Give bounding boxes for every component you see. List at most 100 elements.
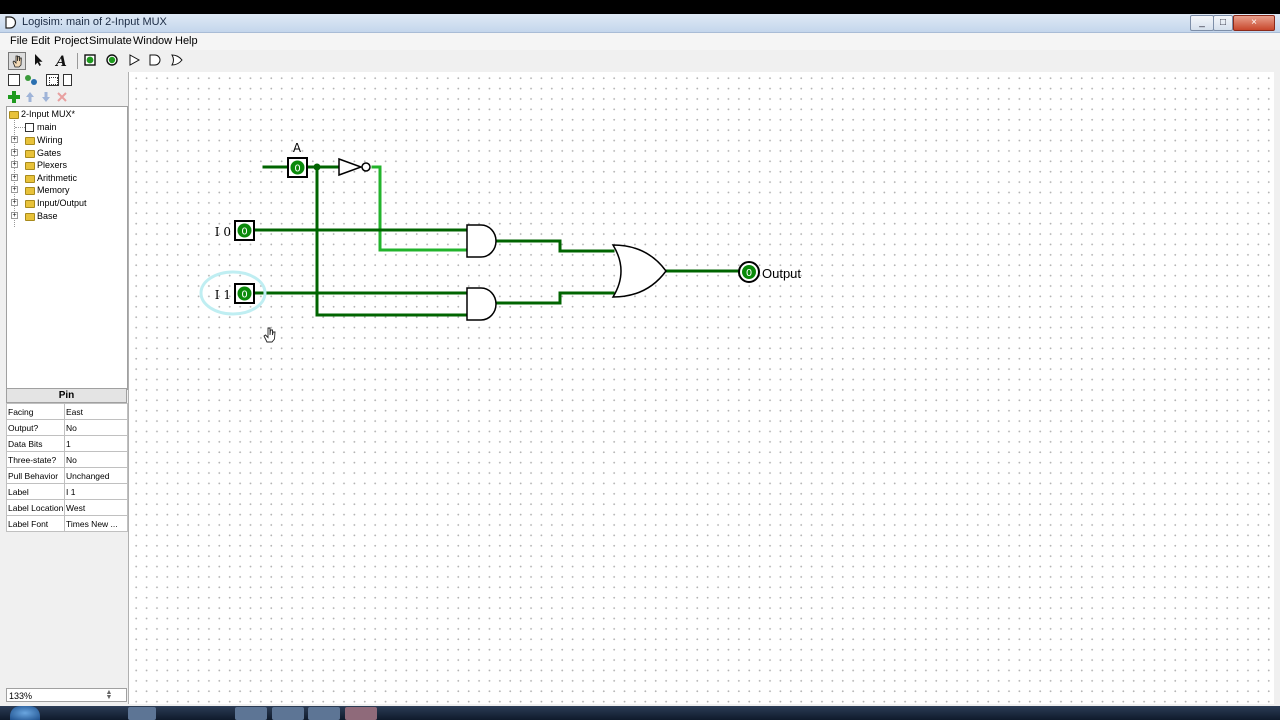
magnifier-icon — [25, 123, 34, 133]
wire-junction-dot — [313, 163, 321, 171]
appearance-view-icon[interactable] — [63, 74, 72, 86]
pin-a-label: A — [293, 141, 302, 155]
text-tool-icon[interactable]: A — [54, 52, 72, 70]
move-up-icon[interactable] — [25, 91, 35, 103]
attr-value-pull-behavior[interactable]: Unchanged — [64, 467, 128, 484]
attr-value-label-location[interactable]: West — [64, 499, 128, 516]
attribute-table: Pin Facing East Output? No Data Bits 1 Thre… — [6, 388, 128, 600]
output-pin-icon[interactable] — [104, 52, 122, 70]
wire-not-to-and1[interactable] — [371, 165, 469, 252]
output-pin[interactable]: 0 — [738, 261, 760, 283]
tree-item-wiring[interactable]: + Wiring — [11, 134, 63, 146]
window-title: Logisim: main of 2-Input MUX — [22, 16, 167, 28]
taskbar-item[interactable] — [128, 707, 156, 720]
attr-value-data-bits[interactable]: 1 — [64, 435, 128, 452]
tree-item-main[interactable]: main — [15, 121, 57, 133]
folder-icon — [25, 199, 35, 208]
or-gate-icon[interactable] — [169, 52, 187, 70]
menu-bar: File Edit Project Simulate Window Help — [0, 33, 1280, 50]
toolbox-view-icon[interactable] — [8, 74, 20, 86]
arrow-select-icon[interactable] — [31, 52, 49, 70]
menu-simulate[interactable]: Simulate — [89, 35, 132, 47]
menu-window[interactable]: Window — [133, 35, 172, 47]
attribute-table-title: Pin — [6, 388, 127, 403]
add-circuit-icon[interactable] — [8, 91, 20, 103]
expand-icon[interactable]: + — [11, 212, 18, 219]
taskbar-item[interactable] — [235, 707, 267, 720]
output-label: Output — [762, 266, 801, 281]
tree-item-input-output[interactable]: + Input/Output — [11, 197, 87, 209]
taskbar-item[interactable] — [272, 707, 304, 720]
folder-icon — [25, 136, 35, 145]
pin-i0-label: I 0 — [215, 225, 231, 239]
folder-icon — [9, 110, 19, 119]
close-button[interactable]: × — [1233, 15, 1275, 31]
pin-i1-value: 0 — [241, 290, 247, 301]
expand-icon[interactable]: + — [11, 199, 18, 206]
layout-view-icon[interactable] — [46, 74, 59, 86]
attr-value-three-state[interactable]: No — [64, 451, 128, 468]
expand-icon[interactable]: + — [11, 136, 18, 143]
expand-icon[interactable]: + — [11, 186, 18, 193]
simulation-tree-icon[interactable] — [24, 74, 38, 86]
not-gate[interactable] — [338, 157, 371, 177]
folder-icon — [25, 149, 35, 158]
remove-circuit-icon[interactable] — [57, 92, 67, 102]
pin-i1-label: I 1 — [215, 288, 231, 302]
and-gate-2[interactable] — [466, 287, 497, 321]
folder-icon — [25, 186, 35, 195]
hand-poke-icon[interactable] — [8, 52, 26, 70]
circuit-canvas[interactable]: 0 A 0 I 0 0 I 1 0 Output — [128, 72, 1274, 704]
attr-value-label-font[interactable]: Times New ... — [64, 515, 128, 532]
input-pin-icon[interactable] — [82, 52, 100, 70]
menu-edit[interactable]: Edit — [31, 35, 50, 47]
logisim-window: Logisim: main of 2-Input MUX _ □ × File … — [0, 14, 1280, 706]
tree-item-memory[interactable]: + Memory — [11, 184, 70, 196]
expand-icon[interactable]: + — [11, 161, 18, 168]
zoom-field[interactable]: 133% ▲ ▼ — [6, 688, 127, 702]
input-pin-i0[interactable]: 0 — [234, 220, 255, 241]
left-panel: 2-Input MUX* main + Wiring + Gates + Plexer… — [6, 72, 128, 704]
maximize-button[interactable]: □ — [1213, 15, 1233, 31]
move-down-icon[interactable] — [41, 91, 51, 103]
and-gate-icon[interactable] — [147, 52, 165, 70]
and-gate-1[interactable] — [466, 224, 497, 258]
tree-item-gates[interactable]: + Gates — [11, 147, 61, 159]
logisim-app-icon — [5, 16, 17, 29]
expand-icon[interactable]: + — [11, 174, 18, 181]
zoom-spinner-icon[interactable]: ▲ ▼ — [104, 689, 114, 701]
folder-icon — [25, 161, 35, 170]
title-bar[interactable]: Logisim: main of 2-Input MUX _ □ × — [0, 14, 1280, 33]
attr-row-label-location: Label Location West — [6, 499, 128, 516]
taskbar-item[interactable] — [345, 707, 377, 720]
pin-a-value: 0 — [294, 164, 300, 175]
tree-project-row[interactable]: 2-Input MUX* — [9, 108, 75, 120]
folder-icon — [25, 212, 35, 221]
or-gate[interactable] — [611, 244, 667, 298]
tree-item-plexers[interactable]: + Plexers — [11, 159, 67, 171]
taskbar — [0, 706, 1280, 720]
menu-file[interactable]: File — [10, 35, 28, 47]
tree-item-base[interactable]: + Base — [11, 210, 58, 222]
attr-value-label[interactable]: I 1 — [64, 483, 128, 500]
input-pin-i1[interactable]: 0 — [234, 283, 255, 304]
tree-toolbar — [6, 90, 127, 106]
minimize-button[interactable]: _ — [1190, 15, 1214, 31]
expand-icon[interactable]: + — [11, 149, 18, 156]
wire-and1-to-or[interactable] — [495, 239, 615, 253]
start-button[interactable] — [10, 706, 40, 720]
attr-value-facing[interactable]: East — [64, 403, 128, 420]
attr-row-label: Label I 1 — [6, 483, 128, 500]
wire-and2-to-or[interactable] — [495, 291, 615, 305]
not-gate-icon[interactable] — [127, 52, 145, 70]
tool-bar: A — [0, 51, 1280, 72]
input-pin-a[interactable]: 0 — [287, 157, 308, 178]
menu-project[interactable]: Project — [54, 35, 88, 47]
menu-help[interactable]: Help — [175, 35, 198, 47]
taskbar-item[interactable] — [308, 707, 340, 720]
attr-value-output[interactable]: No — [64, 419, 128, 436]
attr-row-data-bits: Data Bits 1 — [6, 435, 128, 452]
tree-item-arithmetic[interactable]: + Arithmetic — [11, 172, 77, 184]
svg-text:A: A — [54, 54, 67, 68]
project-name: 2-Input MUX* — [21, 109, 76, 119]
